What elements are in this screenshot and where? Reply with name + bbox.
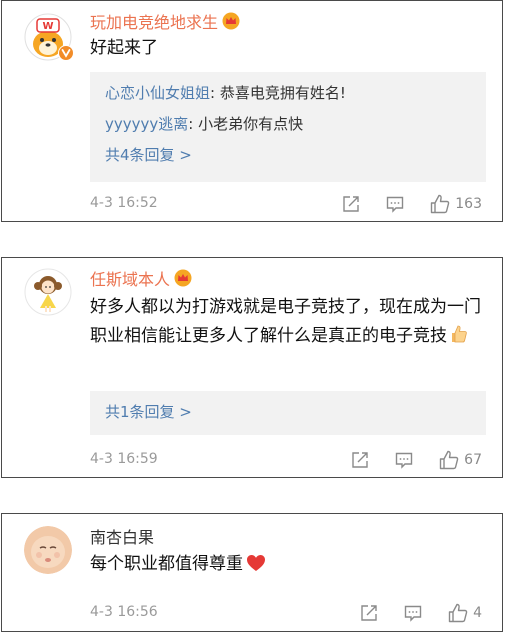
like-button[interactable]: 163 [429, 193, 482, 215]
comment-timestamp: 4-3 16:52 [90, 195, 158, 211]
comment-text-body: 好多人都以为打游戏就是电子竞技了，现在成为一门职业相信能让更多人了解什么是真正的… [90, 297, 481, 346]
comment-icon[interactable] [394, 450, 414, 470]
svg-text:W: W [42, 21, 53, 32]
like-count: 163 [455, 196, 482, 212]
crown-icon [174, 269, 192, 291]
crown-icon [222, 12, 240, 34]
like-count: 67 [464, 452, 482, 468]
thumbs-up-icon[interactable] [447, 602, 469, 624]
avatar[interactable] [24, 526, 72, 574]
comment-actions: 67 [350, 449, 482, 471]
share-icon[interactable] [359, 603, 379, 623]
reply-box[interactable]: 共1条回复 > [90, 391, 486, 435]
reply-username[interactable]: yyyyyy逃离 [105, 115, 188, 133]
verified-badge-icon [58, 45, 74, 65]
comment-icon[interactable] [385, 194, 405, 214]
share-icon[interactable] [350, 450, 370, 470]
reply-text: : 恭喜电竞拥有姓名! [210, 84, 346, 102]
username-text[interactable]: 任斯域本人 [90, 270, 170, 289]
heart-emoji [246, 553, 266, 582]
avatar[interactable] [24, 268, 72, 316]
comment-card: 南杏白果 每个职业都值得尊重 4-3 16:56 4 [1, 513, 503, 632]
reply-item[interactable]: 心恋小仙女姐姐: 恭喜电竞拥有姓名! [105, 78, 471, 109]
reply-text: : 小老弟你有点快 [188, 115, 304, 133]
like-button[interactable]: 4 [447, 602, 482, 624]
comment-timestamp: 4-3 16:59 [90, 451, 158, 467]
like-button[interactable]: 67 [438, 449, 482, 471]
comment-text-body: 每个职业都值得尊重 [90, 554, 243, 574]
thumbs-up-icon[interactable] [438, 449, 460, 471]
comment-text: 每个职业都值得尊重 [90, 550, 482, 582]
share-icon[interactable] [341, 194, 361, 214]
thumbs-up-emoji [449, 324, 469, 354]
comment-card: W 玩加电竞绝地求生 好起来了 心恋小仙女姐姐: 恭喜电竞拥有姓名! yyyyy… [1, 0, 503, 222]
comment-text: 好多人都以为打游戏就是电子竞技了，现在成为一门职业相信能让更多人了解什么是真正的… [90, 293, 482, 354]
reply-box[interactable]: 心恋小仙女姐姐: 恭喜电竞拥有姓名! yyyyyy逃离: 小老弟你有点快 共4条… [90, 72, 486, 182]
reply-username[interactable]: 心恋小仙女姐姐 [105, 84, 210, 102]
comment-card: 任斯域本人 好多人都以为打游戏就是电子竞技了，现在成为一门职业相信能让更多人了解… [1, 257, 503, 478]
comment-username[interactable]: 南杏白果 [90, 524, 154, 548]
reply-item[interactable]: yyyyyy逃离: 小老弟你有点快 [105, 109, 471, 140]
comment-actions: 163 [341, 193, 482, 215]
comment-username[interactable]: 玩加电竞绝地求生 [90, 9, 240, 34]
username-text[interactable]: 玩加电竞绝地求生 [90, 13, 218, 32]
more-replies-link[interactable]: 共4条回复 > [105, 140, 471, 171]
comment-username[interactable]: 任斯域本人 [90, 266, 192, 291]
comment-icon[interactable] [403, 603, 423, 623]
comment-timestamp: 4-3 16:56 [90, 604, 158, 620]
more-replies-link[interactable]: 共1条回复 > [105, 397, 471, 428]
thumbs-up-icon[interactable] [429, 193, 451, 215]
comment-actions: 4 [359, 602, 482, 624]
like-count: 4 [473, 605, 482, 621]
comment-text: 好起来了 [90, 38, 158, 58]
